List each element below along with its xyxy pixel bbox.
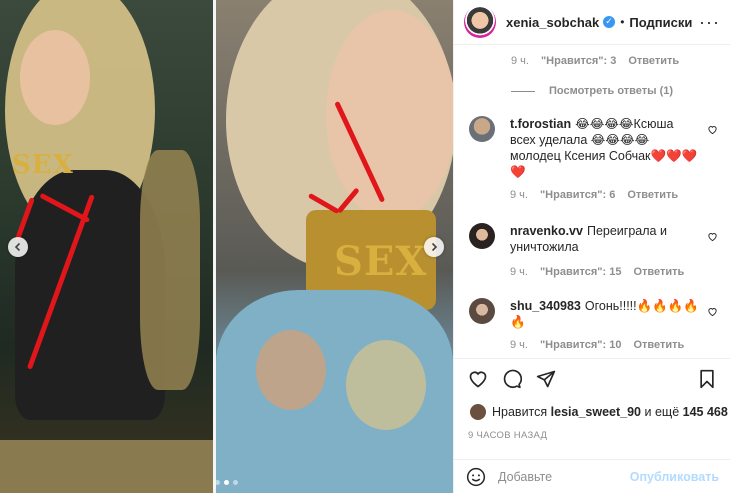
likes-summary[interactable]: Нравится lesia_sweet_90 и ещё 145 468: [470, 404, 728, 420]
post-media[interactable]: SEX SEX: [0, 0, 453, 493]
add-comment-bar: Опубликовать: [454, 459, 730, 493]
heart-icon[interactable]: [707, 306, 718, 317]
comment-meta: 9 ч. "Нравится": 10 Ответить: [510, 339, 684, 351]
view-replies-button[interactable]: Посмотреть ответы (1): [511, 85, 673, 97]
reply-button[interactable]: Ответить: [633, 339, 684, 351]
reply-button[interactable]: Ответить: [627, 189, 678, 201]
following-button[interactable]: Подписки: [629, 15, 692, 30]
comment-time: 9 ч.: [510, 339, 528, 351]
comment-likes[interactable]: "Нравится": 3: [541, 55, 616, 67]
comments-list[interactable]: 9 ч. "Нравится": 3 Ответить Посмотреть о…: [454, 46, 730, 358]
post-sidebar: xenia_sobchak • Подписки ··· 9 ч. "Нрави…: [453, 0, 730, 493]
photo-left: SEX: [0, 0, 213, 493]
post-header: xenia_sobchak • Подписки ···: [454, 0, 730, 45]
likes-count[interactable]: 145 468: [683, 405, 728, 419]
comment-likes[interactable]: "Нравится": 15: [540, 266, 621, 278]
post-actions: [454, 358, 730, 402]
comment-meta: 9 ч. "Нравится": 3 Ответить: [511, 55, 679, 67]
comment-text: shu_340983 Огонь!!!!!🔥🔥🔥🔥🔥: [510, 298, 700, 330]
header-separator: •: [620, 15, 625, 29]
necklace-text-right: SEX: [334, 238, 428, 285]
prev-photo-button[interactable]: [8, 237, 28, 257]
more-options-icon[interactable]: ···: [699, 12, 720, 33]
liker-username[interactable]: lesia_sweet_90: [551, 405, 641, 419]
commenter-username[interactable]: t.forostian: [510, 117, 571, 131]
comment-bubble-icon[interactable]: [502, 369, 522, 389]
comment-time: 9 ч.: [510, 266, 528, 278]
post-time[interactable]: 9 ЧАСОВ НАЗАД: [468, 430, 547, 441]
instagram-post: SEX SEX xenia_sobchak ✓ • Подписки ··· 9…: [0, 0, 730, 493]
bookmark-icon[interactable]: [697, 369, 717, 389]
comment-meta: 9 ч. "Нравится": 15 Ответить: [510, 266, 684, 278]
reply-button[interactable]: Ответить: [628, 55, 679, 67]
comment-item: shu_340983 Огонь!!!!!🔥🔥🔥🔥🔥 9 ч. "Нравится…: [469, 298, 724, 358]
commenter-username[interactable]: nravenko.vv: [510, 224, 583, 238]
heart-icon[interactable]: [707, 231, 718, 242]
carousel-dots: [215, 480, 238, 485]
next-photo-button[interactable]: [424, 237, 444, 257]
commenter-avatar[interactable]: [469, 116, 495, 142]
view-replies-label: Посмотреть ответы (1): [549, 85, 674, 97]
comment-text: t.forostian 😂😂😂😂Ксюша всех уделала 😂😂😂😂 м…: [510, 116, 700, 180]
liker-avatar: [470, 404, 486, 420]
carousel-dot: [233, 480, 238, 485]
photo-right: SEX: [216, 0, 453, 493]
necklace-text-left: SEX: [12, 150, 74, 180]
emoji-icon[interactable]: [466, 467, 486, 487]
carousel-dot-active: [224, 480, 229, 485]
chevron-right-icon: [431, 242, 438, 252]
comment-time: 9 ч.: [511, 55, 529, 67]
comment-likes[interactable]: "Нравится": 10: [540, 339, 621, 351]
likes-middle: и ещё: [644, 405, 680, 419]
commenter-username[interactable]: shu_340983: [510, 299, 581, 313]
reply-button[interactable]: Ответить: [633, 266, 684, 278]
avatar[interactable]: [464, 6, 496, 38]
commenter-avatar[interactable]: [469, 298, 495, 324]
verified-icon: [603, 16, 616, 28]
like-heart-icon[interactable]: [468, 369, 488, 389]
commenter-avatar[interactable]: [469, 223, 495, 249]
carousel-dot: [215, 480, 220, 485]
author-username[interactable]: xenia_sobchak: [506, 15, 599, 30]
comment-text: nravenko.vv Переиграла и уничтожила: [510, 223, 700, 255]
heart-icon[interactable]: [707, 124, 718, 135]
publish-button[interactable]: Опубликовать: [630, 470, 719, 484]
share-send-icon[interactable]: [536, 369, 556, 389]
divider: [511, 90, 535, 92]
comment-time: 9 ч.: [510, 189, 528, 201]
comment-item: t.forostian 😂😂😂😂Ксюша всех уделала 😂😂😂😂 м…: [469, 116, 724, 216]
likes-prefix: Нравится: [492, 405, 548, 419]
comment-input[interactable]: [498, 469, 628, 484]
comment-meta: 9 ч. "Нравится": 6 Ответить: [510, 189, 678, 201]
chevron-left-icon: [14, 242, 21, 252]
comment-item: nravenko.vv Переиграла и уничтожила 9 ч. …: [469, 223, 724, 283]
comment-likes[interactable]: "Нравится": 6: [540, 189, 615, 201]
